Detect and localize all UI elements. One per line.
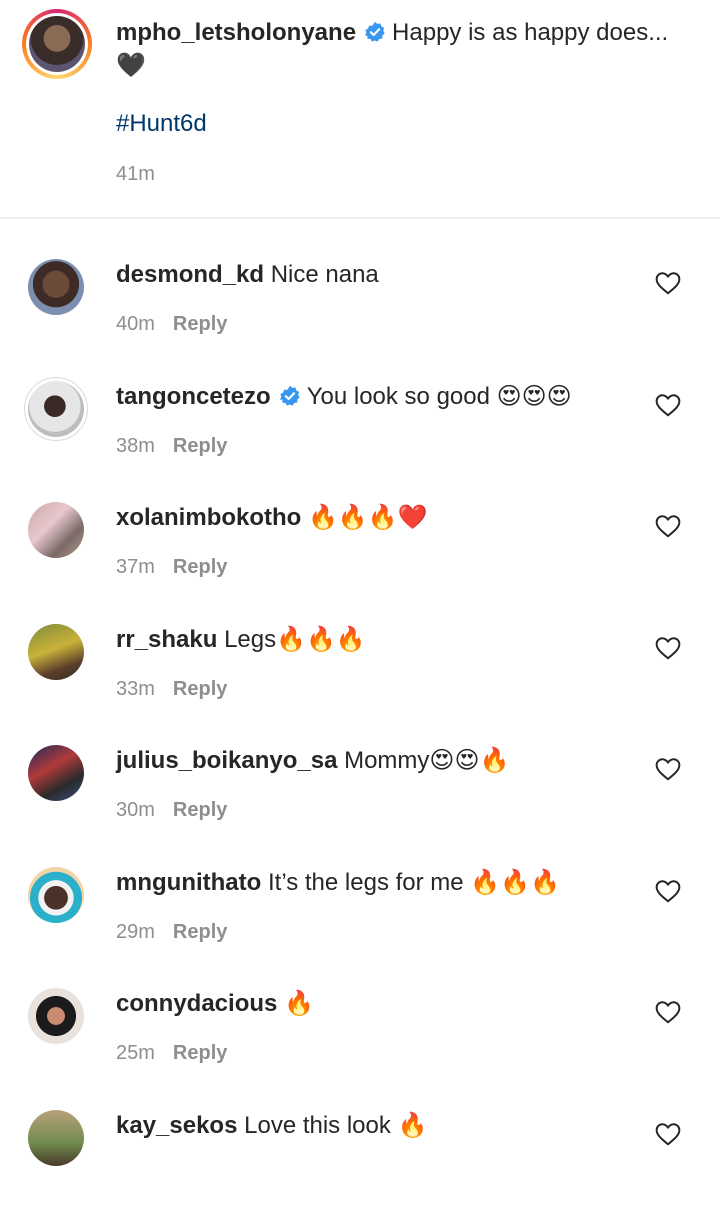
- comment-text: It’s the legs for me: [267, 869, 464, 896]
- comment-item: mngunithato It’s the legs for me 🔥🔥🔥 29m…: [0, 867, 720, 987]
- reply-button[interactable]: Reply: [173, 1042, 227, 1064]
- comment-timestamp: 40m: [116, 313, 155, 335]
- comment-text-line: xolanimbokotho 🔥🔥🔥❤️: [116, 502, 636, 533]
- comment-meta: 33m Reply: [116, 678, 227, 701]
- commenter-username[interactable]: julius_boikanyo_sa: [116, 747, 337, 774]
- comment-emoji: 🔥🔥🔥❤️: [308, 503, 428, 531]
- comment-text: Nice nana: [270, 261, 379, 288]
- commenter-username[interactable]: kay_sekos: [116, 1112, 237, 1139]
- heart-outline-icon[interactable]: [655, 757, 681, 781]
- commenter-avatar[interactable]: [24, 377, 88, 441]
- comment-text: Mommy: [344, 747, 430, 774]
- comment-timestamp: 37m: [116, 556, 155, 578]
- author-username[interactable]: mpho_letsholonyane: [116, 19, 356, 46]
- comment-item: tangoncetezo You look so good 😍😍😍 38m Repl…: [0, 377, 720, 501]
- caption-emoji: 🖤: [116, 51, 146, 79]
- divider: [0, 217, 720, 219]
- reply-button[interactable]: Reply: [173, 556, 227, 578]
- comment-timestamp: 29m: [116, 921, 155, 943]
- commenter-avatar[interactable]: [28, 502, 84, 558]
- comment-text-line: tangoncetezo You look so good 😍😍😍: [116, 381, 636, 412]
- caption-timestamp: 41m: [116, 163, 155, 185]
- commenter-avatar[interactable]: [28, 1110, 84, 1166]
- comment-text-line: connydacious 🔥: [116, 988, 636, 1019]
- comment-emoji: 🔥: [397, 1111, 428, 1139]
- comment-timestamp: 38m: [116, 435, 155, 457]
- comment-timestamp: 33m: [116, 678, 155, 700]
- comment-emoji: 🔥: [284, 989, 314, 1017]
- reply-button[interactable]: Reply: [173, 435, 227, 457]
- comment-text: You look so good: [306, 383, 490, 410]
- commenter-avatar[interactable]: [28, 745, 84, 801]
- comment-emoji: 🔥🔥🔥: [276, 625, 366, 653]
- comment-emoji: 🔥🔥🔥: [470, 868, 560, 896]
- caption-hashtag[interactable]: #Hunt6d: [116, 110, 207, 138]
- reply-button[interactable]: Reply: [173, 799, 227, 821]
- comment-item: julius_boikanyo_sa Mommy😍😍🔥 30m Reply: [0, 745, 720, 865]
- comment-text-line: rr_shaku Legs🔥🔥🔥: [116, 624, 636, 655]
- verified-badge-icon: [364, 21, 385, 42]
- heart-outline-icon[interactable]: [655, 1122, 681, 1146]
- post-caption: mpho_letsholonyane Happy is as happy does…: [0, 0, 720, 218]
- comment-emoji: 😍😍🔥: [429, 746, 510, 774]
- verified-badge-icon: [279, 385, 300, 406]
- comment-item: connydacious 🔥 25m Reply: [0, 988, 720, 1108]
- heart-outline-icon[interactable]: [655, 393, 681, 417]
- comment-meta: 25m Reply: [116, 1042, 227, 1065]
- comment-text-line: mngunithato It’s the legs for me 🔥🔥🔥: [116, 867, 636, 898]
- commenter-avatar[interactable]: [28, 624, 84, 680]
- heart-outline-icon[interactable]: [655, 879, 681, 903]
- commenter-username[interactable]: mngunithato: [116, 869, 261, 896]
- comment-item: desmond_kd Nice nana 40m Reply: [0, 259, 720, 379]
- author-avatar-photo: [29, 16, 85, 72]
- comment-text-line: julius_boikanyo_sa Mommy😍😍🔥: [116, 745, 636, 776]
- heart-outline-icon[interactable]: [655, 514, 681, 538]
- author-avatar[interactable]: [22, 9, 92, 79]
- comment-emoji: 😍😍😍: [496, 382, 572, 410]
- heart-outline-icon[interactable]: [655, 636, 681, 660]
- comment-item: xolanimbokotho 🔥🔥🔥❤️ 37m Reply: [0, 502, 720, 622]
- reply-button[interactable]: Reply: [173, 921, 227, 943]
- commenter-avatar[interactable]: [28, 259, 84, 315]
- heart-outline-icon[interactable]: [655, 271, 681, 295]
- commenter-username[interactable]: tangoncetezo: [116, 383, 271, 410]
- comment-meta: 40m Reply: [116, 313, 227, 336]
- comment-text-line: kay_sekos Love this look 🔥: [116, 1110, 636, 1141]
- heart-outline-icon[interactable]: [655, 1000, 681, 1024]
- comment-text-line: desmond_kd Nice nana: [116, 259, 636, 290]
- comment-timestamp: 25m: [116, 1042, 155, 1064]
- commenter-username[interactable]: xolanimbokotho: [116, 504, 301, 531]
- comment-item: rr_shaku Legs🔥🔥🔥 33m Reply: [0, 624, 720, 744]
- caption-text: Happy is as happy does...: [392, 19, 669, 46]
- caption-text-block: mpho_letsholonyane Happy is as happy does…: [116, 16, 696, 82]
- comment-meta: 30m Reply: [116, 799, 227, 822]
- comment-text: Love this look: [244, 1112, 391, 1139]
- comment-meta: 37m Reply: [116, 556, 227, 579]
- comment-item: kay_sekos Love this look 🔥: [0, 1110, 720, 1230]
- comment-text: Legs: [224, 626, 277, 653]
- reply-button[interactable]: Reply: [173, 678, 227, 700]
- commenter-avatar-photo: [28, 381, 84, 437]
- commenter-username[interactable]: connydacious: [116, 990, 277, 1017]
- comment-timestamp: 30m: [116, 799, 155, 821]
- commenter-avatar[interactable]: [28, 988, 84, 1044]
- commenter-username[interactable]: desmond_kd: [116, 261, 264, 288]
- comment-meta: 38m Reply: [116, 435, 227, 458]
- commenter-avatar[interactable]: [28, 867, 84, 923]
- comment-meta: 29m Reply: [116, 921, 227, 944]
- commenter-username[interactable]: rr_shaku: [116, 626, 217, 653]
- reply-button[interactable]: Reply: [173, 313, 227, 335]
